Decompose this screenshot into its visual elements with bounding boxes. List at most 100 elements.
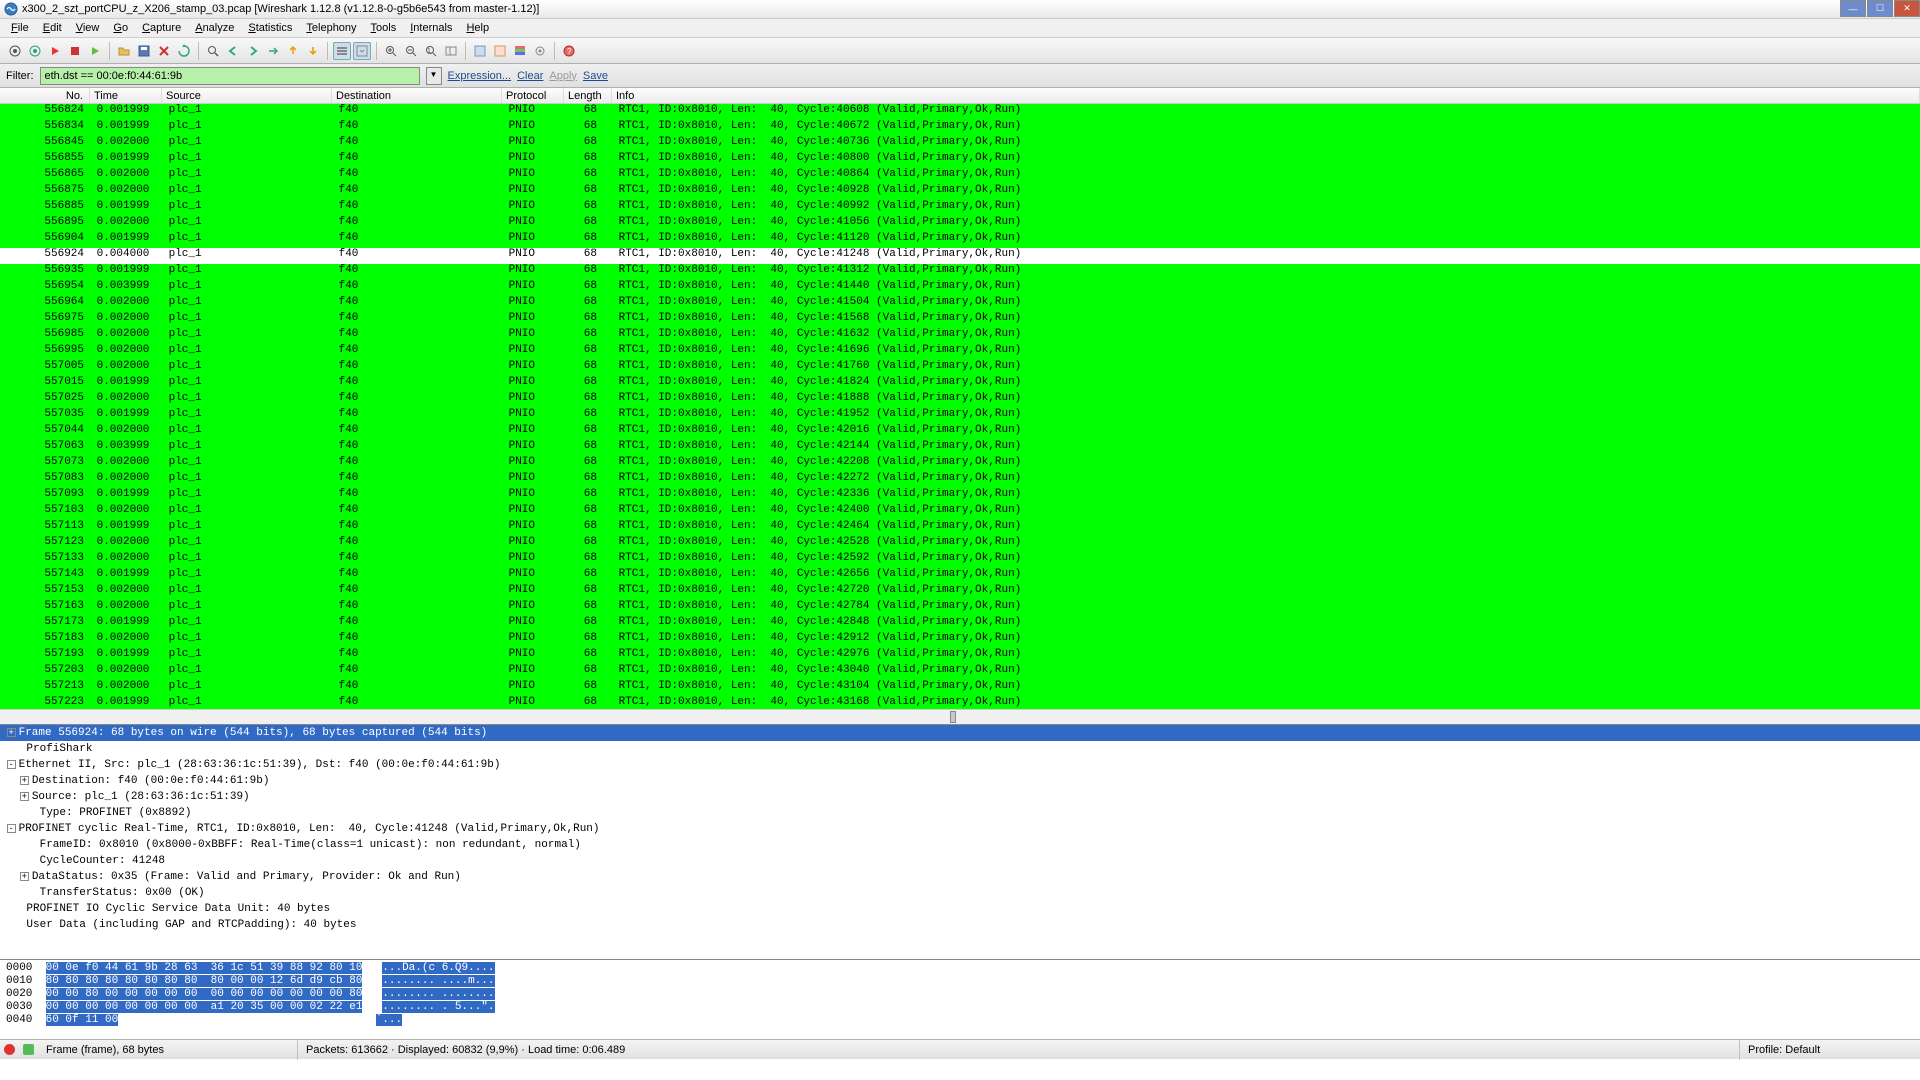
tree-item[interactable]: +Destination: f40 (00:0e:f0:44:61:9b) [0,773,1920,789]
packet-row[interactable]: 556975 0.002000 plc_1 f40 PNIO 68 RTC1, … [0,312,1920,328]
options-button[interactable] [26,42,44,60]
preferences-button[interactable] [531,42,549,60]
packet-row[interactable]: 557153 0.002000 plc_1 f40 PNIO 68 RTC1, … [0,584,1920,600]
menu-analyze[interactable]: Analyze [188,22,241,34]
menu-help[interactable]: Help [459,22,496,34]
expert-info-icon[interactable] [4,1044,15,1055]
packet-row[interactable]: 557005 0.002000 plc_1 f40 PNIO 68 RTC1, … [0,360,1920,376]
filter-clear-link[interactable]: Clear [517,70,543,82]
packet-row[interactable]: 557163 0.002000 plc_1 f40 PNIO 68 RTC1, … [0,600,1920,616]
menu-telephony[interactable]: Telephony [299,22,363,34]
capture-filters-button[interactable] [471,42,489,60]
go-back-button[interactable] [224,42,242,60]
packet-row[interactable]: 557173 0.001999 plc_1 f40 PNIO 68 RTC1, … [0,616,1920,632]
go-first-button[interactable] [284,42,302,60]
tree-expander-icon[interactable]: + [7,728,16,737]
packet-list-header[interactable]: No. Time Source Destination Protocol Len… [0,88,1920,104]
filter-dropdown-button[interactable]: ▼ [426,67,442,85]
col-protocol[interactable]: Protocol [502,88,564,103]
tree-item[interactable]: Type: PROFINET (0x8892) [0,805,1920,821]
go-forward-button[interactable] [244,42,262,60]
packet-bytes-pane[interactable]: 0000 00 0e f0 44 61 9b 28 63 36 1c 51 39… [0,959,1920,1039]
menu-tools[interactable]: Tools [364,22,404,34]
packet-row[interactable]: 557073 0.002000 plc_1 f40 PNIO 68 RTC1, … [0,456,1920,472]
tree-item[interactable]: -Ethernet II, Src: plc_1 (28:63:36:1c:51… [0,757,1920,773]
packet-row[interactable]: 557103 0.002000 plc_1 f40 PNIO 68 RTC1, … [0,504,1920,520]
packet-row[interactable]: 557133 0.002000 plc_1 f40 PNIO 68 RTC1, … [0,552,1920,568]
tree-item[interactable]: CycleCounter: 41248 [0,853,1920,869]
menu-edit[interactable]: Edit [36,22,69,34]
minimize-button[interactable]: — [1840,0,1866,17]
hex-row[interactable]: 0000 00 0e f0 44 61 9b 28 63 36 1c 51 39… [6,962,1914,975]
packet-row[interactable]: 556954 0.003999 plc_1 f40 PNIO 68 RTC1, … [0,280,1920,296]
packet-row[interactable]: 556924 0.004000 plc_1 f40 PNIO 68 RTC1, … [0,248,1920,264]
tree-item[interactable]: +DataStatus: 0x35 (Frame: Valid and Prim… [0,869,1920,885]
close-button[interactable]: ✕ [1894,0,1920,17]
zoom-reset-button[interactable]: 1 [422,42,440,60]
packet-row[interactable]: 556865 0.002000 plc_1 f40 PNIO 68 RTC1, … [0,168,1920,184]
col-source[interactable]: Source [162,88,332,103]
interfaces-button[interactable] [6,42,24,60]
col-info[interactable]: Info [612,88,1920,103]
tree-item[interactable]: FrameID: 0x8010 (0x8000-0xBBFF: Real-Tim… [0,837,1920,853]
menu-go[interactable]: Go [106,22,135,34]
zoom-out-button[interactable] [402,42,420,60]
filter-save-link[interactable]: Save [583,70,608,82]
tree-expander-icon[interactable]: - [7,760,16,769]
coloring-rules-button[interactable] [511,42,529,60]
packet-row[interactable]: 556964 0.002000 plc_1 f40 PNIO 68 RTC1, … [0,296,1920,312]
go-last-button[interactable] [304,42,322,60]
packet-row[interactable]: 557035 0.001999 plc_1 f40 PNIO 68 RTC1, … [0,408,1920,424]
packet-row[interactable]: 557223 0.001999 plc_1 f40 PNIO 68 RTC1, … [0,696,1920,709]
go-to-packet-button[interactable] [264,42,282,60]
save-file-button[interactable] [135,42,153,60]
restart-capture-button[interactable] [86,42,104,60]
packet-row[interactable]: 556845 0.002000 plc_1 f40 PNIO 68 RTC1, … [0,136,1920,152]
packet-row[interactable]: 556875 0.002000 plc_1 f40 PNIO 68 RTC1, … [0,184,1920,200]
filter-expression-link[interactable]: Expression... [448,70,512,82]
resize-columns-button[interactable] [442,42,460,60]
hex-row[interactable]: 0040 60 0f 11 00 `... [6,1014,1914,1027]
tree-expander-icon[interactable]: + [20,872,29,881]
packet-row[interactable]: 556995 0.002000 plc_1 f40 PNIO 68 RTC1, … [0,344,1920,360]
menu-view[interactable]: View [69,22,107,34]
tree-item[interactable]: TransferStatus: 0x00 (OK) [0,885,1920,901]
reload-button[interactable] [175,42,193,60]
close-file-button[interactable] [155,42,173,60]
menu-internals[interactable]: Internals [403,22,459,34]
packet-list-hscrollbar[interactable] [0,709,1920,724]
packet-row[interactable]: 556855 0.001999 plc_1 f40 PNIO 68 RTC1, … [0,152,1920,168]
tree-item[interactable]: -PROFINET cyclic Real-Time, RTC1, ID:0x8… [0,821,1920,837]
packet-row[interactable]: 557193 0.001999 plc_1 f40 PNIO 68 RTC1, … [0,648,1920,664]
status-profile[interactable]: Profile: Default [1740,1040,1920,1060]
open-file-button[interactable] [115,42,133,60]
packet-row[interactable]: 556885 0.001999 plc_1 f40 PNIO 68 RTC1, … [0,200,1920,216]
col-time[interactable]: Time [90,88,162,103]
start-capture-button[interactable] [46,42,64,60]
filter-input[interactable] [40,67,420,85]
packet-row[interactable]: 557113 0.001999 plc_1 f40 PNIO 68 RTC1, … [0,520,1920,536]
colorize-button[interactable] [333,42,351,60]
auto-scroll-button[interactable] [353,42,371,60]
col-destination[interactable]: Destination [332,88,502,103]
packet-row[interactable]: 556985 0.002000 plc_1 f40 PNIO 68 RTC1, … [0,328,1920,344]
packet-row[interactable]: 557183 0.002000 plc_1 f40 PNIO 68 RTC1, … [0,632,1920,648]
col-length[interactable]: Length [564,88,612,103]
packet-row[interactable]: 557025 0.002000 plc_1 f40 PNIO 68 RTC1, … [0,392,1920,408]
packet-row[interactable]: 556824 0.001999 plc_1 f40 PNIO 68 RTC1, … [0,104,1920,120]
find-button[interactable] [204,42,222,60]
packet-row[interactable]: 557044 0.002000 plc_1 f40 PNIO 68 RTC1, … [0,424,1920,440]
packet-row[interactable]: 557143 0.001999 plc_1 f40 PNIO 68 RTC1, … [0,568,1920,584]
packet-list[interactable]: 556824 0.001999 plc_1 f40 PNIO 68 RTC1, … [0,104,1920,709]
tree-item[interactable]: ProfiShark [0,741,1920,757]
help-button[interactable]: ? [560,42,578,60]
tree-expander-icon[interactable]: + [20,792,29,801]
packet-row[interactable]: 557203 0.002000 plc_1 f40 PNIO 68 RTC1, … [0,664,1920,680]
packet-row[interactable]: 556834 0.001999 plc_1 f40 PNIO 68 RTC1, … [0,120,1920,136]
capture-comment-icon[interactable] [23,1044,34,1055]
menu-capture[interactable]: Capture [135,22,188,34]
stop-capture-button[interactable] [66,42,84,60]
hex-row[interactable]: 0010 80 80 80 80 80 80 80 80 80 00 00 12… [6,975,1914,988]
packet-row[interactable]: 557083 0.002000 plc_1 f40 PNIO 68 RTC1, … [0,472,1920,488]
packet-row[interactable]: 557213 0.002000 plc_1 f40 PNIO 68 RTC1, … [0,680,1920,696]
